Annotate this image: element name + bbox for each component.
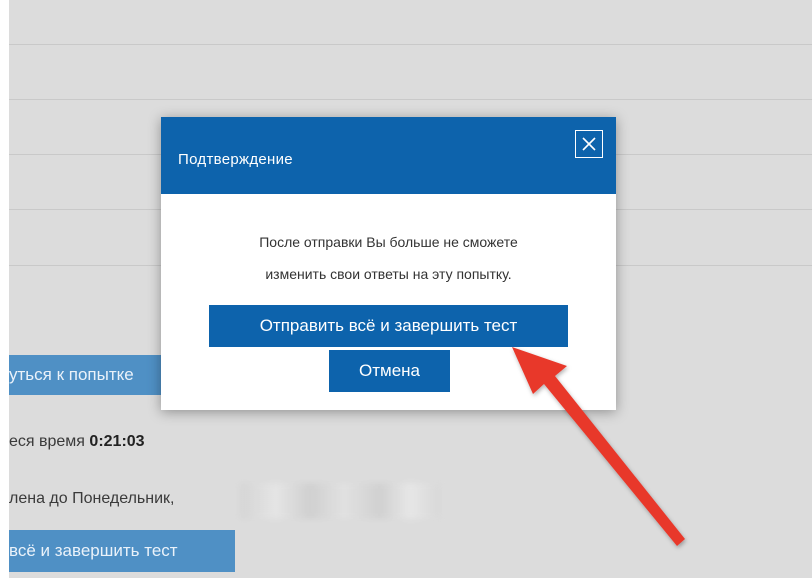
close-button[interactable]	[575, 130, 603, 158]
submit-all-button-background[interactable]: всё и завершить тест	[9, 530, 235, 572]
confirmation-dialog: Подтверждение После отправки Вы больше н…	[161, 117, 616, 410]
dialog-message: После отправки Вы больше не сможете изме…	[161, 226, 616, 290]
redacted-date	[240, 483, 440, 519]
table-divider	[9, 44, 812, 45]
dialog-message-line1: После отправки Вы больше не сможете	[259, 234, 518, 250]
dialog-header: Подтверждение	[161, 117, 616, 194]
remaining-time-value: 0:21:03	[89, 433, 145, 450]
submit-all-label-background: всё и завершить тест	[9, 541, 178, 560]
close-icon	[582, 137, 596, 151]
submit-and-finish-button[interactable]: Отправить всё и завершить тест	[209, 305, 568, 347]
table-divider	[9, 99, 812, 100]
dialog-title: Подтверждение	[178, 151, 293, 168]
page-edge	[0, 0, 9, 578]
deadline-text: лена до Понедельник,	[9, 490, 175, 507]
remaining-time: еся время 0:21:03	[9, 433, 145, 451]
dialog-message-line2: изменить свои ответы на эту попытку.	[265, 266, 512, 282]
return-to-attempt-button[interactable]: уться к попытке	[9, 355, 161, 395]
remaining-time-label: еся время	[9, 433, 90, 450]
cancel-button[interactable]: Отмена	[329, 350, 450, 392]
return-to-attempt-label: уться к попытке	[9, 365, 134, 384]
